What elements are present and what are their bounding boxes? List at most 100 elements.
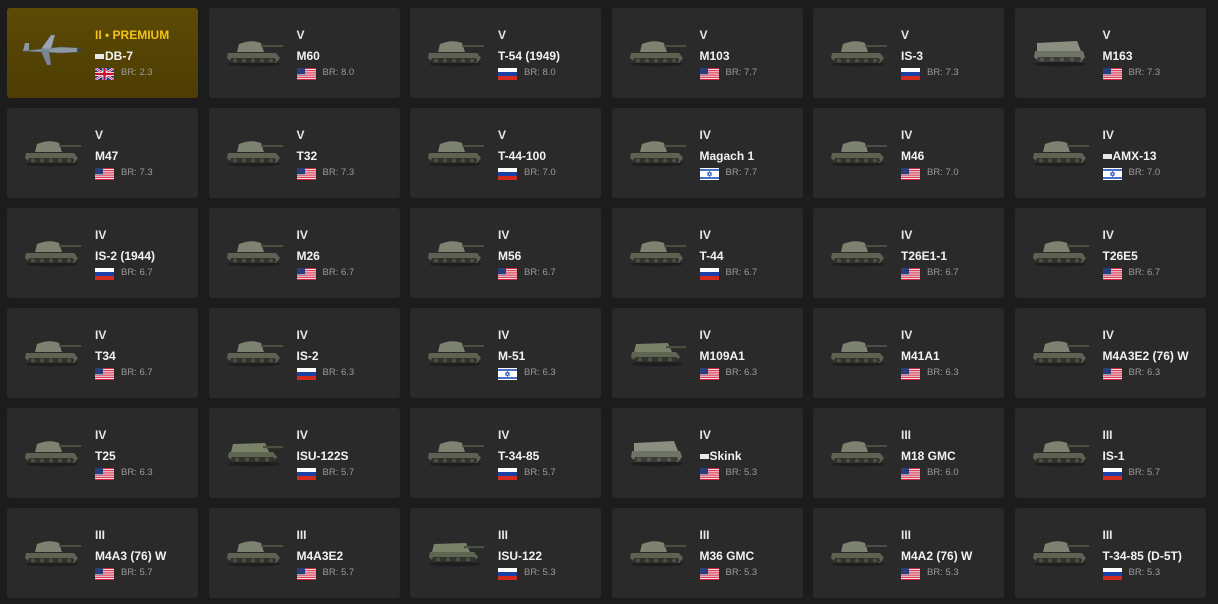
vehicle-card[interactable]: IV Skink BR: 5.3: [611, 408, 803, 498]
battle-rating: BR: 6.3: [322, 367, 355, 378]
ussr-flag-icon: [901, 67, 920, 80]
vehicle-name: M4A2 (76) W: [901, 549, 973, 563]
vehicle-name: M18 GMC: [901, 449, 956, 463]
vehicle-name-row: M4A3E2: [297, 549, 344, 563]
vehicle-card[interactable]: IV T26E5 BR: 6.7: [1014, 208, 1206, 298]
vehicle-name: T26E5: [1102, 249, 1138, 263]
vehicle-card[interactable]: III M18 GMC BR: 6.0: [813, 408, 1004, 498]
battle-rating: BR: 6.3: [1128, 367, 1161, 378]
vehicle-name-row: T32: [297, 149, 318, 163]
vehicle-name: DB-7: [105, 49, 134, 63]
vehicle-name: Magach 1: [699, 149, 755, 163]
vehicle-card[interactable]: II • PREMIUM DB-7 BR: 2.3: [7, 8, 198, 98]
vehicle-card[interactable]: III ISU-122 BR: 5.3: [410, 508, 601, 598]
vehicle-card[interactable]: III M36 GMC BR: 5.3: [611, 508, 803, 598]
battle-rating: BR: 7.0: [524, 167, 556, 178]
vehicle-card[interactable]: IV M-51 BR: 6.3: [410, 308, 601, 398]
vehicle-name-row: M-51: [498, 349, 525, 363]
vehicle-name: AMX-13: [1112, 149, 1157, 163]
vehicle-card[interactable]: V T-44-100 BR: 7.0: [410, 108, 601, 198]
tank-icon: [21, 233, 83, 267]
vehicle-name: T-44: [699, 249, 724, 263]
usa-flag-icon: [901, 567, 920, 580]
vehicle-card[interactable]: IV M26 BR: 6.7: [208, 208, 400, 298]
vehicle-name: IS-1: [1102, 449, 1125, 463]
usa-flag-icon: [95, 567, 114, 580]
tank-icon: [626, 133, 688, 167]
vehicle-card[interactable]: IV ISU-122S BR: 5.7: [208, 408, 400, 498]
vehicle-card[interactable]: III M4A2 (76) W BR: 5.3: [813, 508, 1004, 598]
ussr-flag-icon: [498, 67, 517, 80]
vehicle-tier: III: [95, 528, 106, 542]
battle-rating: BR: 5.3: [725, 567, 758, 578]
vehicle-card[interactable]: IV M109A1 BR: 6.3: [611, 308, 803, 398]
vehicle-tier: IV: [498, 228, 510, 242]
vehicle-name: M103: [699, 49, 730, 63]
vehicle-card[interactable]: V M103 BR: 7.7: [611, 8, 803, 98]
vehicle-card[interactable]: IV M56 BR: 6.7: [410, 208, 601, 298]
vehicle-card[interactable]: IV T-34-85 BR: 5.7: [410, 408, 601, 498]
vehicle-name-row: T-54 (1949): [498, 49, 560, 63]
vehicle-name-row: Skink: [699, 449, 742, 463]
vehicle-card[interactable]: IV M41A1 BR: 6.3: [813, 308, 1004, 398]
vehicle-name: T32: [296, 149, 318, 163]
tank-icon: [626, 33, 688, 67]
vehicle-card[interactable]: IV T26E1-1 BR: 6.7: [813, 208, 1004, 298]
tank-icon: [626, 233, 688, 267]
vehicle-card[interactable]: IV T34 BR: 6.7: [7, 308, 198, 398]
vehicle-card[interactable]: IV AMX-13 BR: 7.0: [1014, 108, 1206, 198]
tank-icon: [223, 133, 285, 167]
ussr-flag-icon: [498, 467, 517, 480]
vehicle-tier: V: [95, 128, 104, 142]
vehicle-card[interactable]: V IS-3 BR: 7.3: [813, 8, 1004, 98]
vehicle-card[interactable]: IV T-44 BR: 6.7: [611, 208, 803, 298]
tank-icon: [424, 233, 486, 267]
usa-flag-icon: [296, 267, 316, 280]
vehicle-name: M36 GMC: [699, 549, 755, 563]
special-mark-icon: [1102, 154, 1112, 160]
vehicle-name: T-34-85: [498, 449, 540, 463]
vehicle-tier: III: [699, 528, 710, 542]
spg-icon: [223, 433, 285, 467]
vehicle-name: T25: [95, 449, 116, 463]
vehicle-name: M4A3E2 (76) W: [1102, 349, 1189, 363]
vehicle-card[interactable]: IV M46 BR: 7.0: [813, 108, 1004, 198]
vehicle-name-row: M103: [700, 49, 730, 63]
vehicle-tier: IV: [296, 328, 308, 342]
vehicle-card[interactable]: III M4A3E2 BR: 5.7: [208, 508, 400, 598]
vehicle-name: T34: [95, 349, 116, 363]
vehicle-name-row: ISU-122S: [297, 449, 349, 463]
vehicle-card[interactable]: IV IS-2 BR: 6.3: [208, 308, 400, 398]
vehicle-name-row: M109A1: [700, 349, 745, 363]
vehicle-name: M47: [95, 149, 119, 163]
tank-icon: [424, 33, 486, 67]
vehicle-name: M41A1: [901, 349, 940, 363]
battle-rating: BR: 6.7: [927, 267, 959, 278]
vehicle-tier: IV: [699, 328, 711, 342]
vehicle-name-row: M56: [498, 249, 521, 263]
vehicle-card[interactable]: III IS-1 BR: 5.7: [1014, 408, 1206, 498]
vehicle-name-row: T-44: [700, 249, 724, 263]
battle-rating: BR: 5.7: [121, 567, 153, 578]
vehicle-card[interactable]: V T32 BR: 7.3: [208, 108, 400, 198]
vehicle-card[interactable]: IV M4A3E2 (76) W BR: 6.3: [1014, 308, 1206, 398]
special-mark-icon: [699, 454, 709, 460]
vehicle-tier: IV: [699, 428, 711, 442]
ussr-flag-icon: [498, 167, 517, 180]
vehicle-card[interactable]: V M163 BR: 7.3: [1014, 8, 1206, 98]
vehicle-name: IS-2: [296, 349, 319, 363]
vehicle-card[interactable]: III M4A3 (76) W BR: 5.7: [7, 508, 198, 598]
vehicle-name-row: T-44-100: [498, 149, 546, 163]
vehicle-card[interactable]: V T-54 (1949) BR: 8.0: [410, 8, 601, 98]
vehicle-card[interactable]: IV T25 BR: 6.3: [7, 408, 198, 498]
vehicle-name-row: IS-2: [297, 349, 319, 363]
vehicle-card[interactable]: V M60 BR: 8.0: [208, 8, 400, 98]
vehicle-card[interactable]: IV IS-2 (1944) BR: 6.7: [7, 208, 198, 298]
vehicle-tier: IV: [498, 328, 510, 342]
usa-flag-icon: [901, 367, 920, 380]
vehicle-card[interactable]: III T-34-85 (D-5T) BR: 5.3: [1014, 508, 1206, 598]
tank-icon: [223, 233, 285, 267]
vehicle-name-row: M36 GMC: [700, 549, 755, 563]
vehicle-card[interactable]: V M47 BR: 7.3: [7, 108, 198, 198]
vehicle-card[interactable]: IV Magach 1 BR: 7.7: [611, 108, 803, 198]
